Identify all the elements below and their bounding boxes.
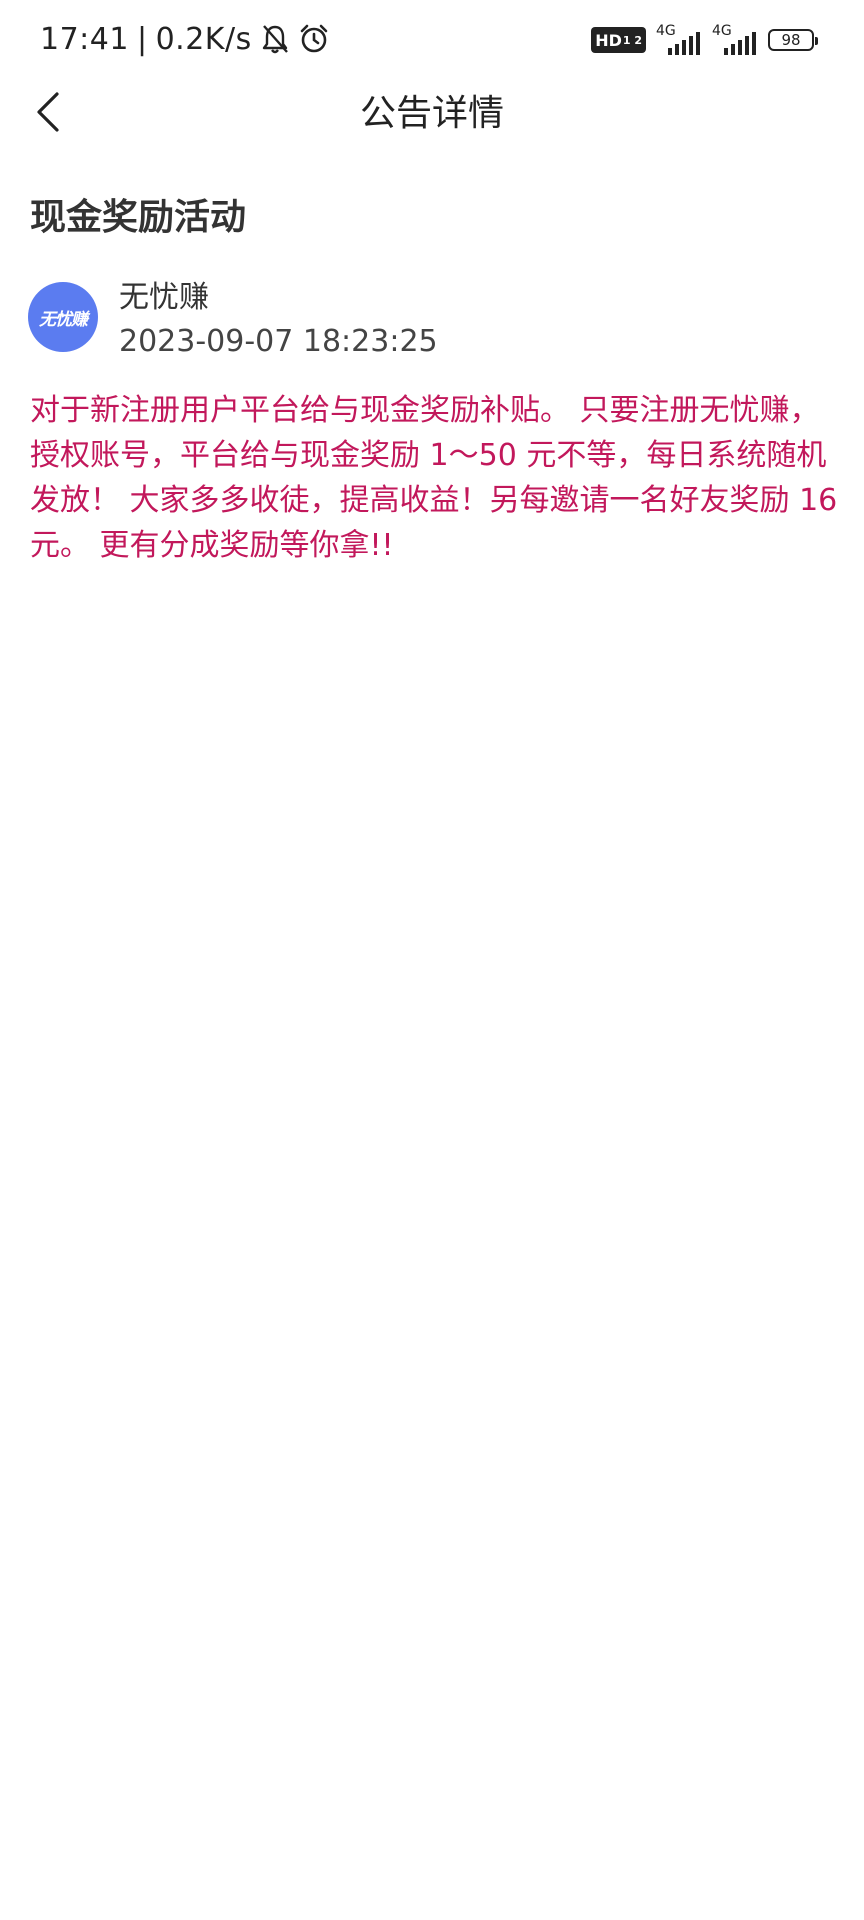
signal-4g-icon: 4G <box>712 23 758 57</box>
status-bar: 17:41 | 0.2K/s HD 1 2 4G 4G 98 <box>0 0 864 78</box>
notice-body: 对于新注册用户平台给与现金奖励补贴。 只要注册无忧赚，授权账号，平台给与现金奖励… <box>30 393 838 563</box>
page-title: 公告详情 <box>359 93 504 134</box>
hd-label: HD <box>595 30 622 50</box>
battery-level: 98 <box>781 31 801 49</box>
signal-4g-icon: 4G <box>656 23 702 57</box>
nav-header: 公告详情 <box>0 78 864 150</box>
bell-muted-icon <box>260 23 290 55</box>
status-separator: | <box>136 21 148 57</box>
avatar: 无忧赚 <box>28 282 98 352</box>
publisher-info: 无忧赚 无忧赚 2023-09-07 18:23:25 <box>28 276 838 368</box>
status-right: HD 1 2 4G 4G 98 <box>591 22 818 58</box>
status-left: 17:41 | 0.2K/s <box>40 18 330 60</box>
publish-time: 2023-09-07 18:23:25 <box>119 324 438 359</box>
network-speed: 0.2K/s <box>155 21 252 57</box>
publisher-name: 无忧赚 <box>119 280 209 315</box>
status-time: 17:41 <box>40 21 129 57</box>
alarm-icon <box>298 23 330 55</box>
hd-voice-icon: HD 1 2 <box>591 27 646 53</box>
notice-title: 现金奖励活动 <box>30 197 247 238</box>
battery-icon: 98 <box>768 29 818 51</box>
hd-sub: 1 2 <box>622 33 642 47</box>
